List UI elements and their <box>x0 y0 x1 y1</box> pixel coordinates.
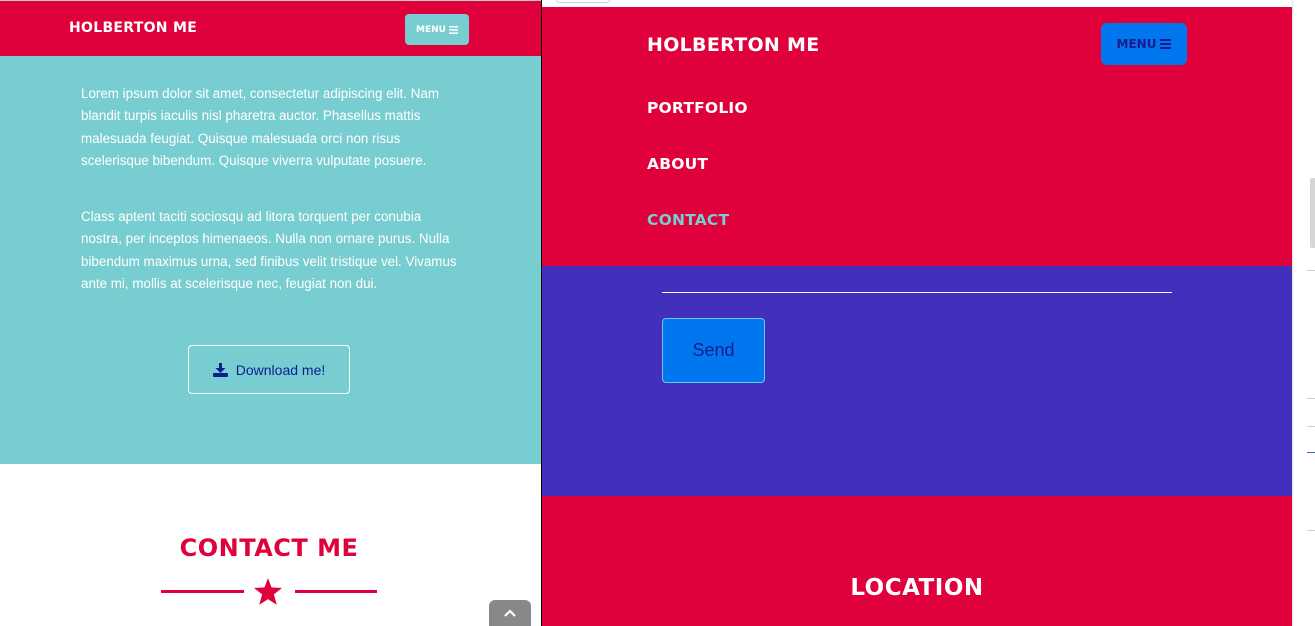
message-input-underline[interactable] <box>662 292 1172 293</box>
browser-tab-edge <box>556 0 610 3</box>
hamburger-icon <box>448 25 458 34</box>
location-section: LOCATION <box>542 496 1292 626</box>
nav-link-portfolio[interactable]: PORTFOLIO <box>647 99 748 117</box>
left-menu-button[interactable]: MENU <box>405 14 469 45</box>
pane-divider <box>541 0 542 626</box>
download-button[interactable]: Download me! <box>188 345 350 394</box>
right-brand-title[interactable]: HOLBERTON ME <box>647 34 820 56</box>
left-navbar: HOLBERTON ME MENU <box>0 0 541 56</box>
download-icon <box>212 362 228 377</box>
right-browser-pane: HOLBERTON ME MENU PORTFOLIO ABOUT CONTAC… <box>542 0 1292 626</box>
browser-top-edge <box>542 0 1292 7</box>
scroll-to-top-button[interactable] <box>489 600 531 626</box>
left-brand-title[interactable]: HOLBERTON ME <box>69 20 197 36</box>
about-section: ✕ Lorem ipsum dolor sit amet, consectetu… <box>0 44 541 464</box>
side-divider <box>1307 398 1315 399</box>
side-divider <box>1307 452 1315 453</box>
side-divider <box>1307 530 1315 531</box>
about-paragraph-2: Class aptent taciti sociosqu ad litora t… <box>81 209 457 291</box>
divider-line-left <box>161 590 244 593</box>
about-paragraph-1: Lorem ipsum dolor sit amet, consectetur … <box>81 86 439 168</box>
send-button[interactable]: Send <box>662 318 765 383</box>
vertical-scrollbar[interactable] <box>1310 178 1315 248</box>
download-label: Download me! <box>235 361 326 378</box>
hamburger-icon <box>1160 39 1172 49</box>
right-menu-label: MENU <box>1116 37 1157 51</box>
star-icon <box>254 578 282 605</box>
right-menu-button[interactable]: MENU <box>1101 23 1187 65</box>
side-divider <box>1307 426 1315 427</box>
left-browser-pane: HOLBERTON ME MENU ✕ Lorem ipsum dolor si… <box>0 0 541 626</box>
contact-me-heading: CONTACT ME <box>179 534 359 562</box>
side-divider <box>1307 270 1315 271</box>
right-navbar-expanded: HOLBERTON ME MENU PORTFOLIO ABOUT CONTAC… <box>542 7 1292 266</box>
nav-link-contact[interactable]: CONTACT <box>647 211 729 229</box>
left-menu-label: MENU <box>416 24 446 35</box>
nav-link-about[interactable]: ABOUT <box>647 155 708 173</box>
divider-line-right <box>295 590 377 593</box>
contact-form-section: Send <box>542 266 1292 496</box>
chevron-up-icon <box>504 609 516 617</box>
browser-side-strip <box>1292 0 1315 626</box>
location-heading: LOCATION <box>850 575 984 601</box>
send-label: Send <box>692 340 735 360</box>
